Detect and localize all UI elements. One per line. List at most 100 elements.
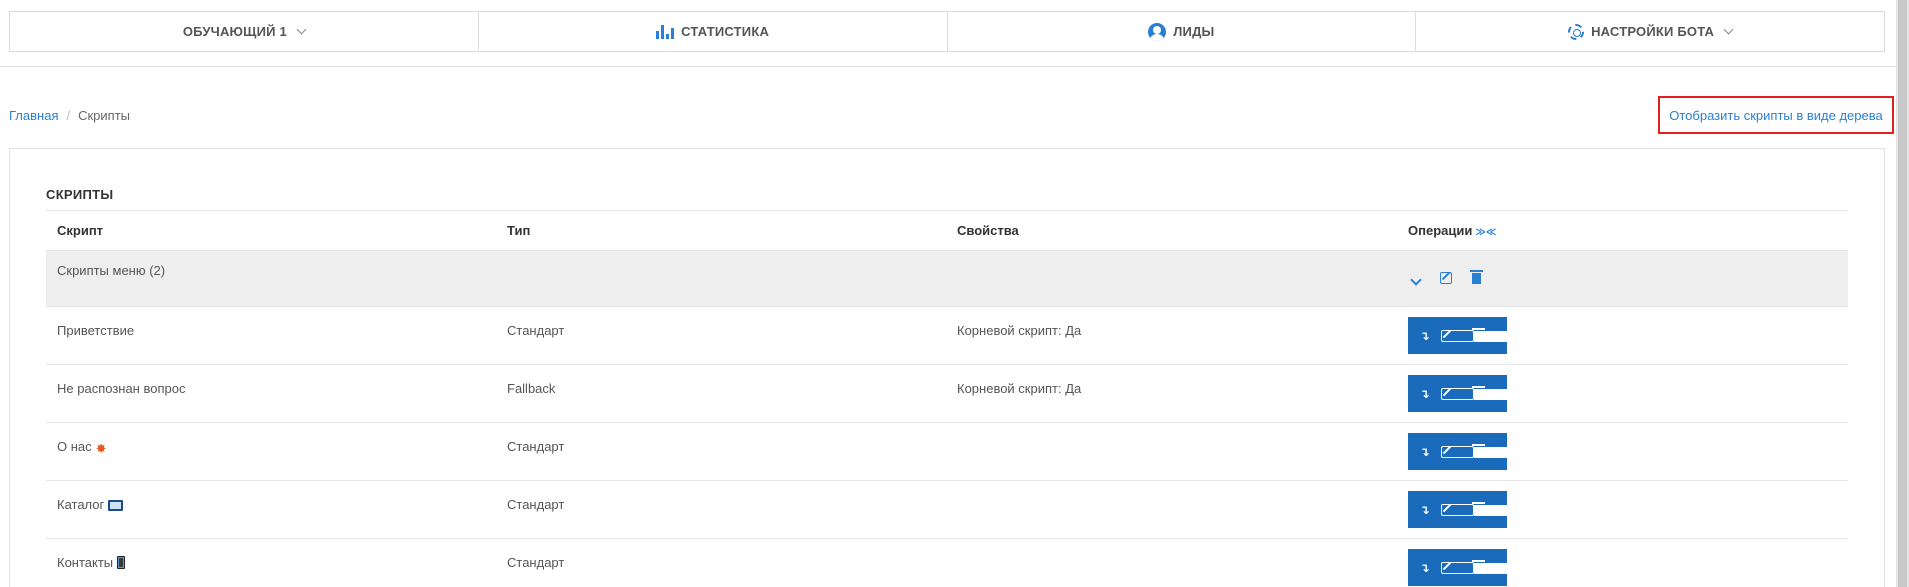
expand-group-button[interactable] bbox=[1410, 272, 1422, 287]
edit-icon bbox=[1441, 387, 1474, 400]
column-header-operations: Операции ≫≪ bbox=[1397, 210, 1848, 251]
user-icon bbox=[1148, 22, 1167, 41]
script-type: Fallback bbox=[496, 364, 946, 423]
edit-script-button[interactable] bbox=[1441, 549, 1474, 586]
script-name-text: Контакты bbox=[57, 555, 114, 570]
script-name[interactable]: О нас ✸ bbox=[46, 422, 496, 481]
nav-leads-label: ЛИДЫ bbox=[1173, 24, 1215, 39]
script-name-text: Не распознан вопрос bbox=[57, 381, 186, 396]
scripts-panel: СКРИПТЫ Скрипт Тип Свойства Операции ≫≪ С… bbox=[9, 148, 1885, 587]
script-properties bbox=[946, 480, 1397, 539]
move-icon: ↴ bbox=[1419, 328, 1430, 343]
table-group-row[interactable]: Скрипты меню (2) bbox=[46, 250, 1848, 307]
script-properties: Корневой скрипт: Да bbox=[946, 306, 1397, 365]
edit-icon bbox=[1441, 329, 1474, 342]
tree-view-link[interactable]: Отобразить скрипты в виде дерева bbox=[1658, 96, 1894, 134]
edit-script-button[interactable] bbox=[1441, 317, 1474, 354]
script-type: Стандарт bbox=[496, 538, 946, 587]
vertical-scrollbar[interactable] bbox=[1896, 0, 1909, 587]
row-operations: ↴ bbox=[1408, 549, 1507, 586]
move-icon: ↴ bbox=[1419, 502, 1430, 517]
table-row: Контакты Стандарт ↴ bbox=[46, 538, 1848, 587]
edit-script-button[interactable] bbox=[1441, 375, 1474, 412]
expand-collapse-all-icon[interactable]: ≫≪ bbox=[1475, 227, 1496, 238]
nav-bot-selector[interactable]: ОБУЧАЮЩИЙ 1 bbox=[10, 12, 479, 51]
move-script-button[interactable]: ↴ bbox=[1408, 375, 1441, 412]
edit-icon bbox=[1441, 503, 1474, 516]
group-operations bbox=[1408, 263, 1848, 287]
column-header-type: Тип bbox=[496, 210, 946, 251]
script-properties bbox=[946, 422, 1397, 481]
script-properties: Корневой скрипт: Да bbox=[946, 364, 1397, 423]
move-icon: ↴ bbox=[1419, 560, 1430, 575]
delete-group-button[interactable] bbox=[1470, 270, 1483, 287]
top-navigation: ОБУЧАЮЩИЙ 1 СТАТИСТИКА ЛИДЫ НАСТРОЙКИ БО… bbox=[9, 11, 1885, 52]
edit-icon bbox=[1441, 445, 1474, 458]
row-operations: ↴ bbox=[1408, 375, 1507, 412]
scripts-table: Скрипт Тип Свойства Операции ≫≪ Скрипты м… bbox=[46, 210, 1848, 587]
chevron-down-icon bbox=[1723, 24, 1734, 35]
move-script-button[interactable]: ↴ bbox=[1408, 433, 1441, 470]
boom-icon: ✸ bbox=[95, 441, 107, 456]
nav-bot-settings-label: НАСТРОЙКИ БОТА bbox=[1591, 24, 1715, 39]
phone-icon bbox=[117, 556, 126, 569]
delete-script-button[interactable] bbox=[1472, 549, 1507, 586]
nav-statistics-label: СТАТИСТИКА bbox=[681, 24, 770, 39]
nav-statistics[interactable]: СТАТИСТИКА bbox=[479, 12, 948, 51]
script-type: Стандарт bbox=[496, 422, 946, 481]
script-name-text: Приветствие bbox=[57, 323, 135, 338]
chevron-down-icon bbox=[296, 24, 307, 35]
nav-bot-settings[interactable]: НАСТРОЙКИ БОТА bbox=[1416, 12, 1884, 51]
delete-script-button[interactable] bbox=[1472, 491, 1507, 528]
laptop-icon bbox=[108, 500, 124, 511]
table-row: О нас ✸ Стандарт ↴ bbox=[46, 422, 1848, 481]
row-operations: ↴ bbox=[1408, 317, 1507, 354]
row-operations: ↴ bbox=[1408, 491, 1507, 528]
script-name-text: Каталог bbox=[57, 497, 105, 512]
script-name[interactable]: Контакты bbox=[46, 538, 496, 587]
script-name[interactable]: Не распознан вопрос bbox=[46, 364, 496, 423]
move-script-button[interactable]: ↴ bbox=[1408, 317, 1441, 354]
script-name[interactable]: Каталог bbox=[46, 480, 496, 539]
trash-icon bbox=[1472, 502, 1507, 516]
move-script-button[interactable]: ↴ bbox=[1408, 549, 1441, 586]
operations-label: Операции bbox=[1408, 223, 1473, 238]
nav-bot-name: ОБУЧАЮЩИЙ 1 bbox=[182, 24, 287, 39]
edit-group-button[interactable] bbox=[1440, 271, 1452, 287]
script-name[interactable]: Приветствие bbox=[46, 306, 496, 365]
delete-script-button[interactable] bbox=[1472, 433, 1507, 470]
trash-icon bbox=[1472, 444, 1507, 458]
edit-icon bbox=[1440, 271, 1452, 284]
bar-chart-icon bbox=[656, 24, 675, 39]
scrollbar-thumb[interactable] bbox=[1898, 0, 1907, 587]
panel-title: СКРИПТЫ bbox=[46, 187, 114, 202]
chevron-down-icon bbox=[1410, 273, 1422, 286]
breadcrumb: Главная / Скрипты bbox=[9, 108, 130, 123]
edit-icon bbox=[1441, 561, 1474, 574]
group-name: Скрипты меню (2) bbox=[46, 250, 496, 307]
edit-script-button[interactable] bbox=[1441, 433, 1474, 470]
header-divider bbox=[0, 66, 1896, 67]
breadcrumb-separator: / bbox=[66, 108, 71, 123]
delete-script-button[interactable] bbox=[1472, 317, 1507, 354]
script-name-text: О нас bbox=[57, 439, 92, 454]
move-icon: ↴ bbox=[1419, 386, 1430, 401]
gear-icon bbox=[1568, 23, 1585, 40]
breadcrumb-home-link[interactable]: Главная bbox=[9, 108, 58, 123]
table-row: Приветствие Стандарт Корневой скрипт: Да… bbox=[46, 306, 1848, 365]
move-script-button[interactable]: ↴ bbox=[1408, 491, 1441, 528]
trash-icon bbox=[1472, 328, 1507, 342]
table-header-row: Скрипт Тип Свойства Операции ≫≪ bbox=[46, 210, 1848, 251]
table-row: Каталог Стандарт ↴ bbox=[46, 480, 1848, 539]
script-properties bbox=[946, 538, 1397, 587]
trash-icon bbox=[1472, 560, 1507, 574]
delete-script-button[interactable] bbox=[1472, 375, 1507, 412]
column-header-script: Скрипт bbox=[46, 210, 496, 251]
move-icon: ↴ bbox=[1419, 444, 1430, 459]
nav-leads[interactable]: ЛИДЫ bbox=[948, 12, 1417, 51]
table-row: Не распознан вопрос Fallback Корневой ск… bbox=[46, 364, 1848, 423]
column-header-properties: Свойства bbox=[946, 210, 1397, 251]
breadcrumb-current: Скрипты bbox=[78, 108, 131, 123]
trash-icon bbox=[1470, 270, 1483, 284]
edit-script-button[interactable] bbox=[1441, 491, 1474, 528]
